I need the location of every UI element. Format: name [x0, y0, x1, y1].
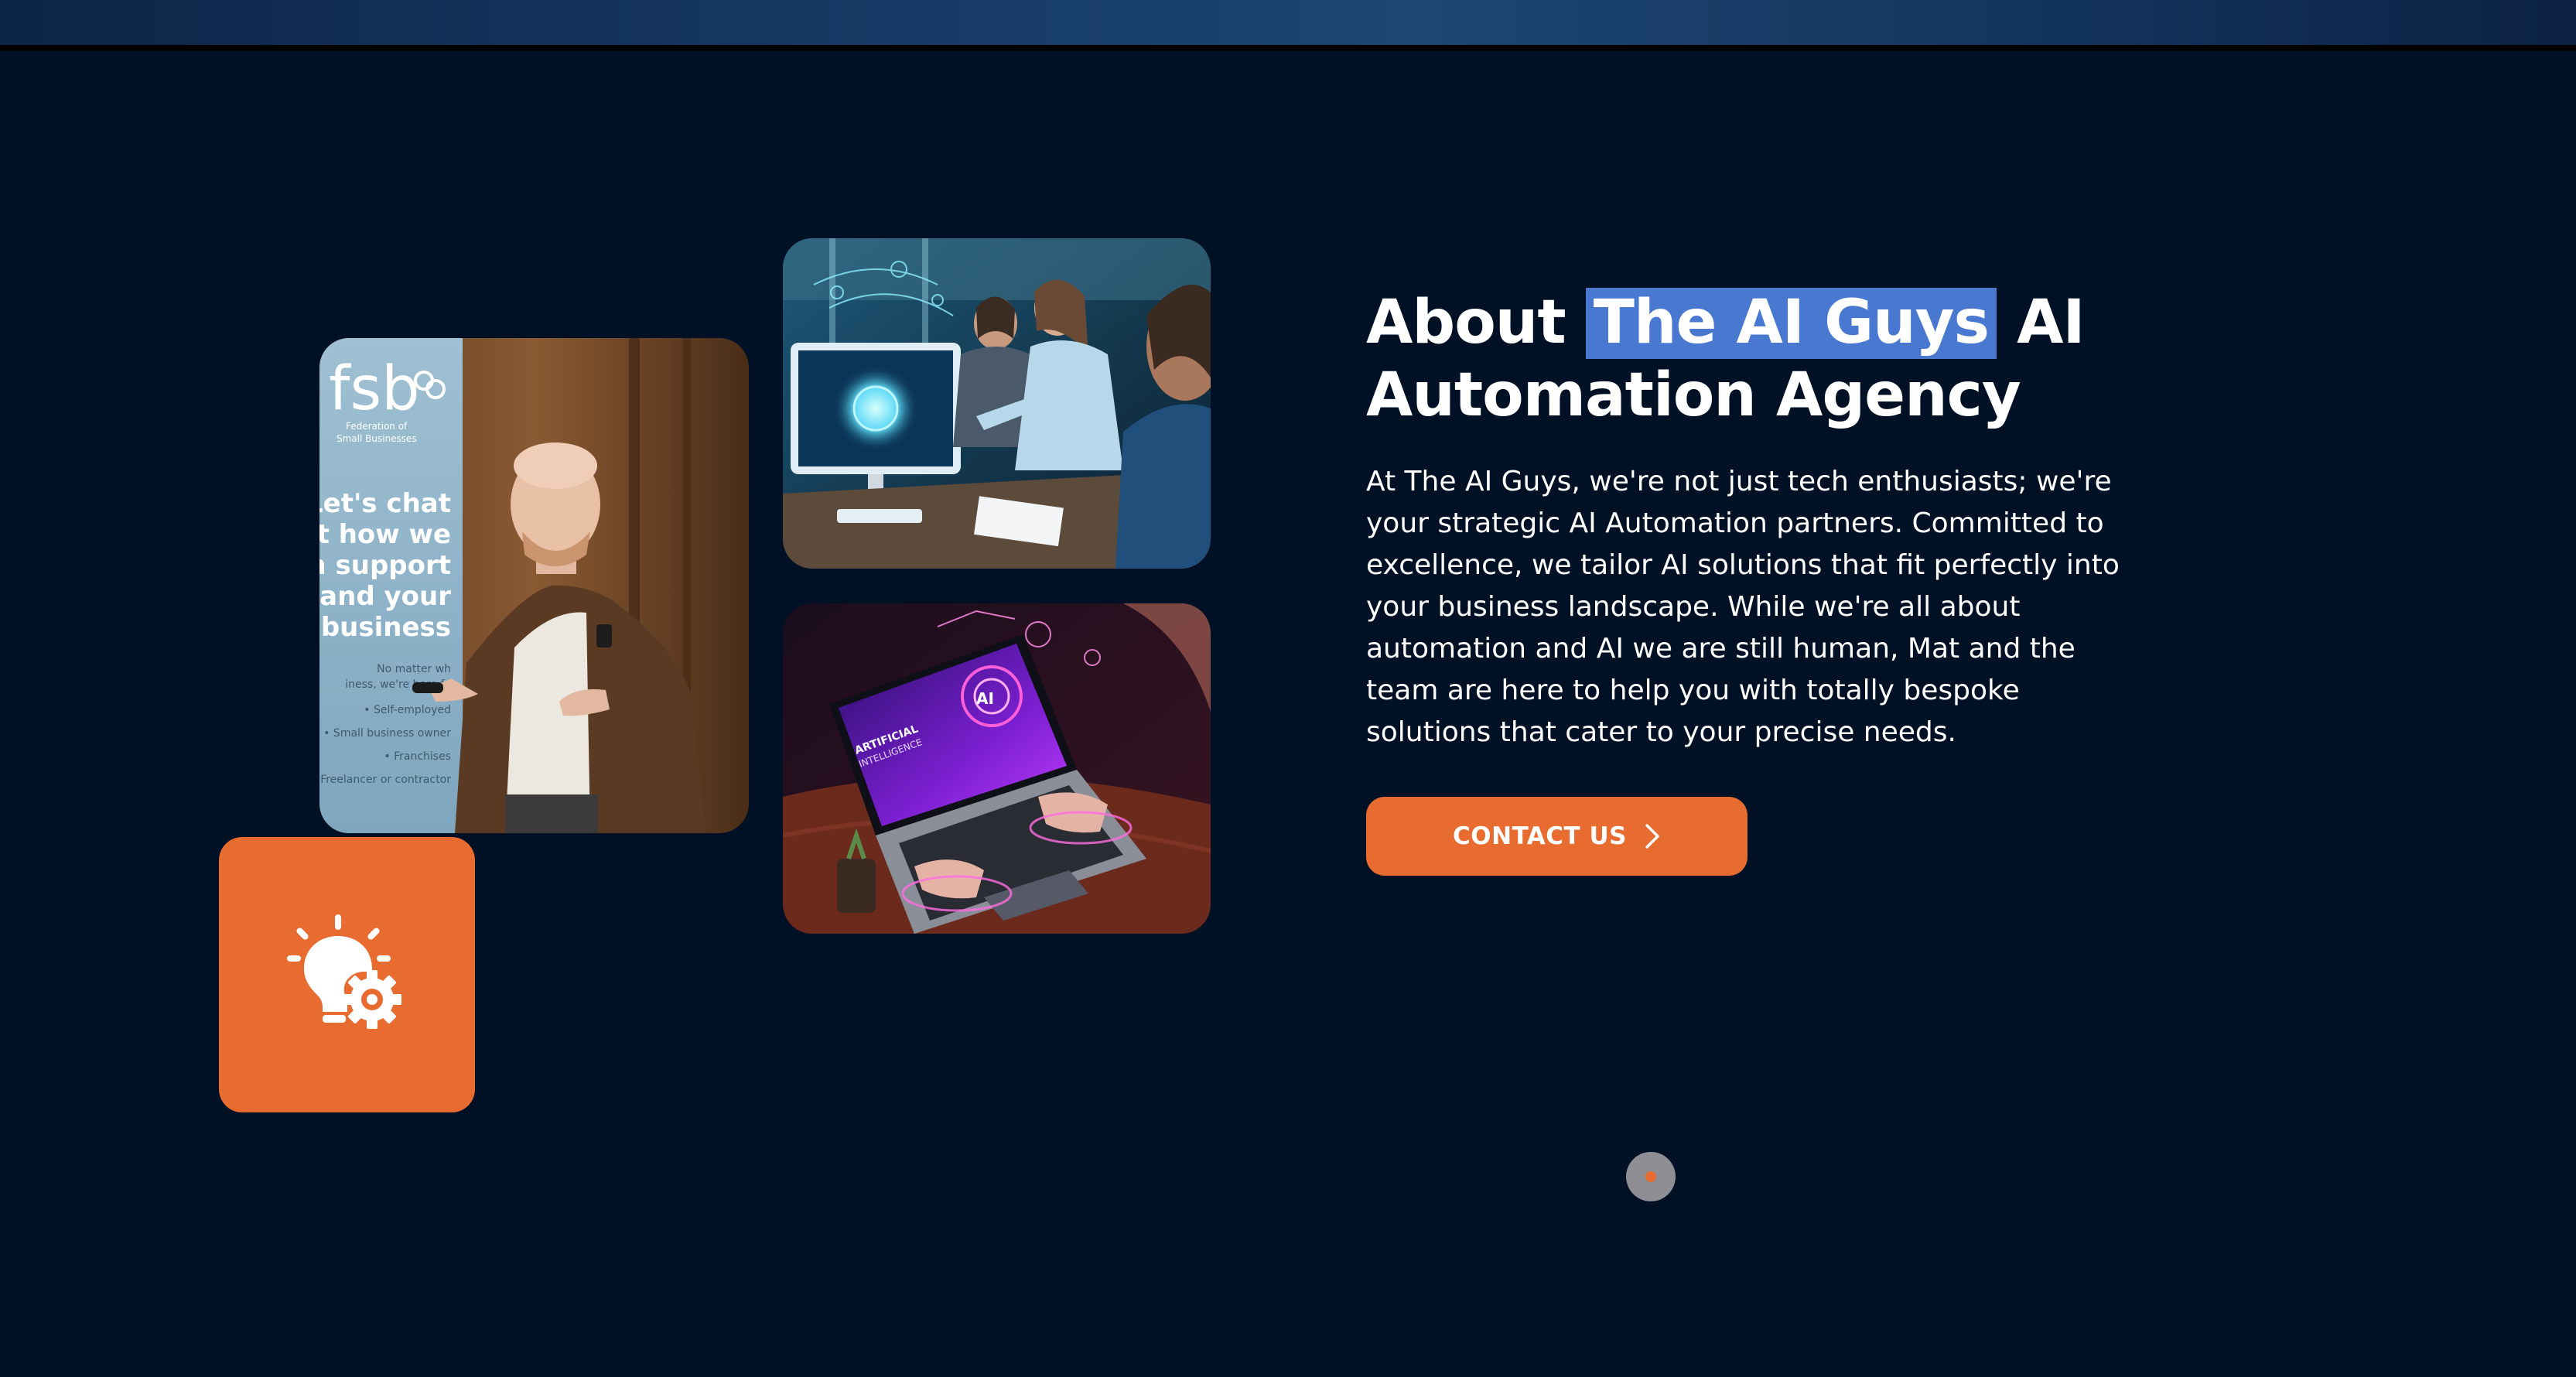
scroll-dot-center	[1645, 1171, 1656, 1182]
banner-list-5: • Franchises	[384, 750, 451, 763]
contact-us-button[interactable]: CONTACT US	[1366, 797, 1748, 876]
office-team-photo	[783, 238, 1211, 569]
banner-list-3: • Self-employed	[364, 704, 451, 716]
chevron-right-icon	[1645, 824, 1659, 849]
scroll-to-top-icon[interactable]	[1626, 1152, 1676, 1201]
fsb-logo-sub2: Small Businesses	[337, 433, 417, 444]
banner-line-4: u and your	[319, 581, 451, 612]
feature-badge-tile	[219, 837, 475, 1112]
banner-line-5: business	[321, 612, 451, 643]
banner-line-3: an support	[319, 550, 451, 581]
top-banner-image	[0, 0, 2576, 45]
banner-line-2: ut how we	[319, 519, 451, 550]
fsb-logo-sub1: Federation of	[346, 421, 408, 432]
banner-list-6: • Freelancer or contractor	[319, 774, 451, 786]
heading-prefix: About	[1366, 288, 1586, 357]
about-paragraph: At The AI Guys, we're not just tech enth…	[1366, 466, 2120, 748]
heading-highlight: The AI Guys	[1585, 288, 1997, 359]
banner-list-4: • Small business owner	[323, 727, 451, 740]
ai-laptop-photo: ARTIFICIAL INTELLIGENCE AI	[783, 603, 1211, 934]
lightbulb-gear-icon	[286, 914, 401, 1029]
screen-ai-chip: AI	[976, 689, 994, 708]
about-section: About The AI Guys AI Automation Agency A…	[1366, 286, 2163, 753]
section-divider	[0, 45, 2576, 51]
fsb-logo-text: fsb	[329, 354, 420, 424]
banner-line-1: Let's chat	[319, 488, 451, 519]
contact-us-label: CONTACT US	[1453, 822, 1627, 850]
about-heading: About The AI Guys AI Automation Agency	[1366, 286, 2163, 432]
speaker-photo: fsb Federation of Small Businesses Let's…	[319, 338, 749, 833]
banner-list-1: No matter wh	[377, 663, 451, 675]
